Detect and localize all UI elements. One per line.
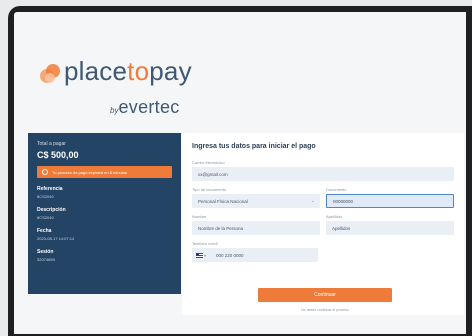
country-code-select[interactable]: ▾ (192, 248, 210, 262)
expiry-alert: Tu proceso de pago expirará en 8 minutos (37, 166, 172, 178)
name-field[interactable]: Nombre de la Persona (192, 221, 320, 235)
phone-label: Teléfono móvil (192, 241, 218, 246)
summary-item-description: Descripción 8CS2040 (37, 207, 172, 220)
form-title: Ingresa tus datos para iniciar el pago (192, 143, 316, 150)
phone-field[interactable]: 000 220 0000 (210, 248, 318, 262)
brand-name-part3: pay (149, 56, 192, 86)
total-amount: C$ 500,00 (37, 150, 79, 160)
payment-summary-panel: Total a pagar C$ 500,00 Tu proceso de pa… (28, 133, 181, 294)
continue-button[interactable]: Continuar (258, 288, 392, 302)
cancel-payment-link[interactable]: No deseo continuar el proceso (258, 308, 392, 312)
clock-icon (42, 169, 48, 175)
email-value: xx@gmail.com (198, 171, 228, 177)
doc-type-select[interactable]: Personal Física Nacional ⌄ (192, 194, 320, 208)
summary-item-label: Referencia (37, 186, 63, 192)
summary-item-date: Fecha 2023-08-17 14:07:14 (37, 228, 172, 241)
phone-input-group: ▾ 000 220 0000 (192, 248, 318, 262)
doc-type-label: Tipo de documento (192, 187, 227, 192)
summary-item-value: 2023-08-17 14:07:14 (37, 236, 75, 241)
summary-item-value: 32074659 (37, 257, 55, 262)
summary-item-label: Sesión (37, 249, 54, 255)
brand-name-part1: place (64, 56, 128, 86)
summary-item-reference: Referencia 8CS2040 (37, 186, 172, 199)
surname-value: Apellidos (332, 225, 351, 231)
total-label: Total a pagar (37, 141, 66, 147)
evertec-logo: evertec (118, 97, 180, 117)
email-field[interactable]: xx@gmail.com (192, 167, 454, 181)
brand-name-part2: to (127, 56, 150, 86)
evertec-byline: byevertec (110, 97, 180, 118)
summary-item-value: 8CS2040 (37, 215, 54, 220)
surname-field[interactable]: Apellidos (326, 221, 454, 235)
placetopay-logo-icon (40, 64, 60, 83)
phone-value: 000 220 0000 (216, 252, 244, 258)
chevron-down-icon: ⌄ (310, 198, 315, 204)
name-value: Nombre de la Persona (198, 225, 244, 231)
chevron-down-icon: ▾ (203, 252, 206, 258)
doc-number-field[interactable]: 00000000 (326, 194, 454, 208)
us-flag-icon (195, 252, 203, 258)
name-label: Nombre (192, 214, 207, 219)
placetopay-logo: placetopay (38, 56, 278, 92)
surname-label: Apellidos (326, 214, 343, 219)
brand-name: placetopay (64, 56, 192, 87)
doc-number-label: Documento (326, 187, 347, 192)
payer-form-card: Ingresa tus datos para iniciar el pago C… (182, 133, 464, 315)
summary-item-label: Descripción (37, 207, 66, 213)
email-label: Correo electrónico (192, 160, 225, 165)
browser-screen: placetopay byevertec Total a pagar C$ 50… (14, 12, 466, 334)
doc-number-value: 00000000 (333, 198, 354, 204)
summary-item-session: Sesión 32074659 (37, 249, 172, 262)
expiry-alert-text: Tu proceso de pago expirará en 8 minutos (52, 169, 128, 175)
doc-type-value: Personal Física Nacional (198, 198, 248, 204)
summary-item-value: 8CS2040 (37, 194, 54, 199)
summary-item-label: Fecha (37, 228, 52, 234)
